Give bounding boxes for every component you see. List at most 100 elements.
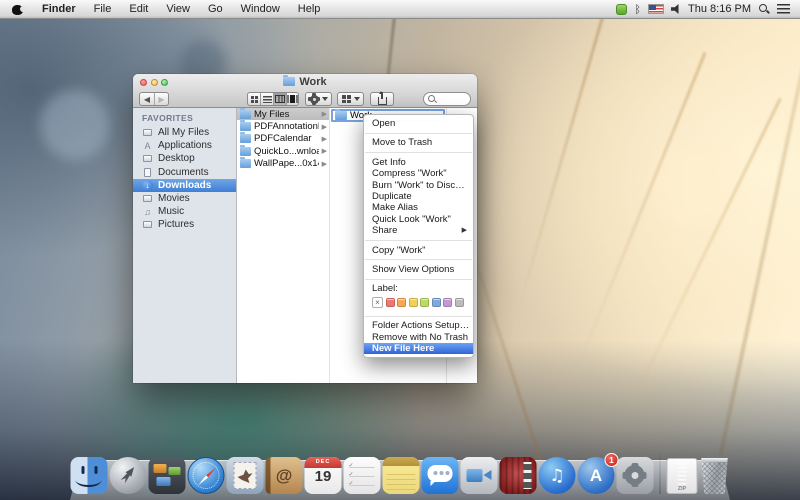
bluetooth-icon[interactable]: ᛒ (634, 3, 641, 16)
documents-icon (142, 167, 153, 178)
menu-view[interactable]: View (157, 1, 199, 17)
label-swatch[interactable] (397, 298, 406, 307)
menu-item-open[interactable]: Open (364, 118, 473, 129)
column-view-button[interactable] (273, 93, 286, 105)
folder-icon (240, 159, 251, 168)
chevron-down-icon (322, 97, 328, 101)
menu-item-make-alias[interactable]: Make Alias (364, 202, 473, 213)
forward-button[interactable]: ▶ (154, 93, 168, 105)
menu-item-get-info[interactable]: Get Info (364, 157, 473, 168)
dock-itunes-icon[interactable]: ♫ (539, 457, 576, 494)
search-input[interactable] (423, 92, 471, 106)
volume-icon[interactable] (671, 4, 681, 14)
dock-reminders-icon[interactable] (344, 457, 381, 494)
sidebar-item-pictures[interactable]: Pictures (133, 218, 236, 231)
menu-item-duplicate[interactable]: Duplicate (364, 191, 473, 202)
dock-contacts-icon[interactable]: @ (266, 457, 303, 494)
notification-center-icon[interactable] (777, 4, 790, 14)
dock-mission-control-icon[interactable] (149, 457, 186, 494)
sidebar-item-desktop[interactable]: Desktop (133, 152, 236, 165)
menu-separator (365, 316, 472, 317)
folder-icon (240, 147, 251, 156)
dock-calendar-icon[interactable]: DEC 19 (305, 457, 342, 494)
file-row-my-files[interactable]: My Files ▶ (237, 108, 329, 120)
menu-item-quick-look[interactable]: Quick Look "Work" (364, 214, 473, 225)
icon-view-button[interactable] (248, 93, 260, 105)
context-menu: Open Move to Trash Get Info Compress "Wo… (363, 114, 474, 358)
file-row-quicklook-downloader[interactable]: QuickLo...wnloader ▶ (237, 145, 329, 157)
dock-finder-icon[interactable] (71, 457, 108, 494)
disclosure-arrow-icon: ▶ (322, 110, 327, 118)
sidebar-item-all-my-files[interactable]: All My Files (133, 126, 236, 139)
label-swatch[interactable] (420, 298, 429, 307)
list-view-button[interactable] (260, 93, 273, 105)
label-swatch[interactable] (432, 298, 441, 307)
dock-photo-booth-icon[interactable] (500, 457, 537, 494)
file-row-pdfcalendar[interactable]: PDFCalendar ▶ (237, 133, 329, 145)
file-row-pdfannotationeditor[interactable]: PDFAnnotationEditor ▶ (237, 120, 329, 132)
menu-window[interactable]: Window (232, 1, 289, 17)
dock-separator (660, 452, 661, 494)
label-color-row: × (364, 295, 473, 311)
dock-launchpad-icon[interactable] (110, 457, 147, 494)
file-row-wallpaper[interactable]: WallPape...0x1440 ▶ (237, 158, 329, 170)
menu-item-share[interactable]: Share ▶ (364, 225, 473, 236)
sidebar-item-music[interactable]: ♫ Music (133, 205, 236, 218)
menu-edit[interactable]: Edit (120, 1, 157, 17)
menu-item-copy[interactable]: Copy "Work" (364, 245, 473, 256)
dock-mail-icon[interactable] (227, 457, 264, 494)
menu-finder[interactable]: Finder (33, 1, 85, 17)
dock-system-preferences-icon[interactable] (617, 457, 654, 494)
disclosure-arrow-icon: ▶ (322, 135, 327, 143)
arrange-button[interactable] (337, 92, 364, 106)
disclosure-arrow-icon: ▶ (322, 123, 327, 131)
sidebar-item-applications[interactable]: A Applications (133, 139, 236, 152)
dock-facetime-icon[interactable] (461, 457, 498, 494)
menu-item-remove-with-no-trash[interactable]: Remove with No Trash (364, 332, 473, 343)
folder-proxy-icon[interactable] (283, 77, 295, 86)
action-gear-button[interactable] (305, 92, 332, 106)
dock-notes-icon[interactable] (383, 457, 420, 494)
music-icon: ♫ (142, 206, 153, 217)
sidebar-heading: FAVORITES (133, 108, 236, 126)
window-titlebar[interactable]: Work ◀ ▶ (133, 74, 477, 108)
coverflow-view-button[interactable] (286, 93, 299, 105)
menu-help[interactable]: Help (289, 1, 330, 17)
share-button[interactable] (370, 92, 394, 106)
label-clear-button[interactable]: × (372, 297, 383, 308)
label-swatch[interactable] (455, 298, 464, 307)
menu-clock[interactable]: Thu 8:16 PM (688, 3, 751, 15)
dock-app-store-icon[interactable]: A 1 (578, 457, 615, 494)
dock-messages-icon[interactable] (422, 457, 459, 494)
menu-file[interactable]: File (85, 1, 121, 17)
menu-item-move-to-trash[interactable]: Move to Trash (364, 137, 473, 148)
sidebar-item-documents[interactable]: Documents (133, 166, 236, 179)
dock-trash-icon[interactable] (700, 458, 730, 494)
menu-extra-app-icon[interactable] (616, 4, 627, 15)
sidebar-item-movies[interactable]: Movies (133, 192, 236, 205)
desktop: Finder File Edit View Go Window Help ᛒ T… (0, 0, 800, 500)
menu-separator (365, 133, 472, 134)
menu-item-burn-to-disc[interactable]: Burn "Work" to Disc… (364, 180, 473, 191)
menu-item-compress[interactable]: Compress "Work" (364, 168, 473, 179)
wallpaper-bokeh (40, 90, 110, 160)
input-source-flag-icon[interactable] (648, 4, 664, 14)
label-swatch[interactable] (409, 298, 418, 307)
menu-item-folder-actions-setup[interactable]: Folder Actions Setup… (364, 320, 473, 331)
dock-zip-file-icon[interactable]: ZIP (667, 458, 698, 494)
menu-item-new-file-here[interactable]: New File Here (364, 343, 473, 354)
menu-bar: Finder File Edit View Go Window Help ᛒ T… (0, 0, 800, 19)
sidebar-item-downloads[interactable]: ↓ Downloads (133, 179, 236, 192)
menu-item-show-view-options[interactable]: Show View Options (364, 264, 473, 275)
pictures-icon (142, 219, 153, 230)
desktop-icon (142, 153, 153, 164)
video-camera-icon (467, 469, 483, 482)
menu-go[interactable]: Go (199, 1, 232, 17)
back-button[interactable]: ◀ (140, 93, 154, 105)
dock: @ DEC 19 ♫ A 1 ZIP (0, 448, 800, 500)
spotlight-icon[interactable] (758, 3, 770, 15)
label-swatch[interactable] (443, 298, 452, 307)
dock-safari-icon[interactable] (188, 457, 225, 494)
label-swatch[interactable] (386, 298, 395, 307)
apple-menu-icon[interactable] (12, 3, 23, 15)
